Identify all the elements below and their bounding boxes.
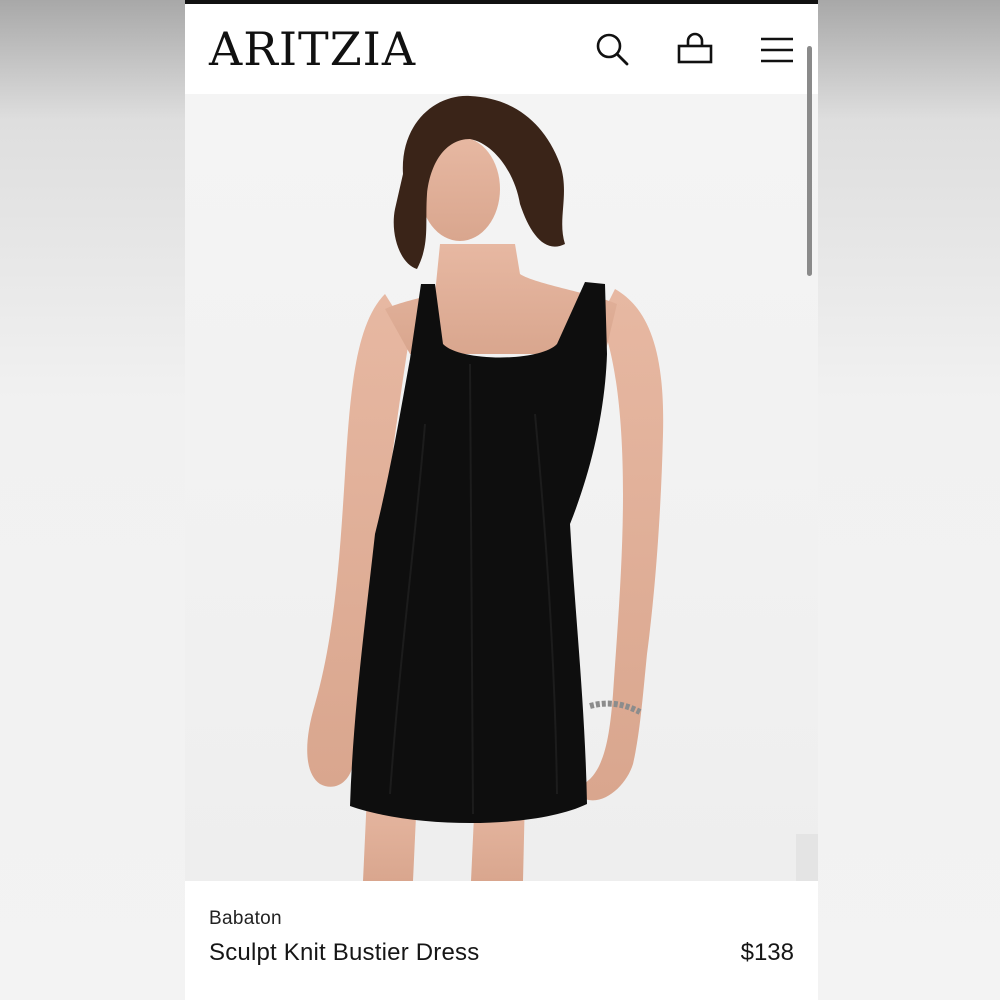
hamburger-menu-icon[interactable] bbox=[757, 30, 797, 70]
product-title[interactable]: Sculpt Knit Bustier Dress bbox=[209, 939, 479, 967]
brand-name[interactable]: Babaton bbox=[209, 908, 282, 930]
phone-screen: ARITZIA Babaton Sculpt Knit Bustier Dres… bbox=[185, 0, 818, 1000]
product-info: Babaton Sculpt Knit Bustier Dress $138 bbox=[185, 881, 818, 1000]
product-image[interactable] bbox=[185, 94, 818, 975]
left-backdrop bbox=[0, 0, 185, 1000]
model-illustration bbox=[307, 95, 664, 881]
scrollbar[interactable] bbox=[807, 46, 812, 276]
product-price: $138 bbox=[740, 939, 794, 966]
site-header: ARITZIA bbox=[185, 4, 818, 94]
shopping-bag-icon[interactable] bbox=[675, 30, 715, 70]
aritzia-logo[interactable]: ARITZIA bbox=[209, 24, 416, 74]
search-icon[interactable] bbox=[593, 30, 633, 70]
right-backdrop bbox=[818, 0, 1000, 1000]
